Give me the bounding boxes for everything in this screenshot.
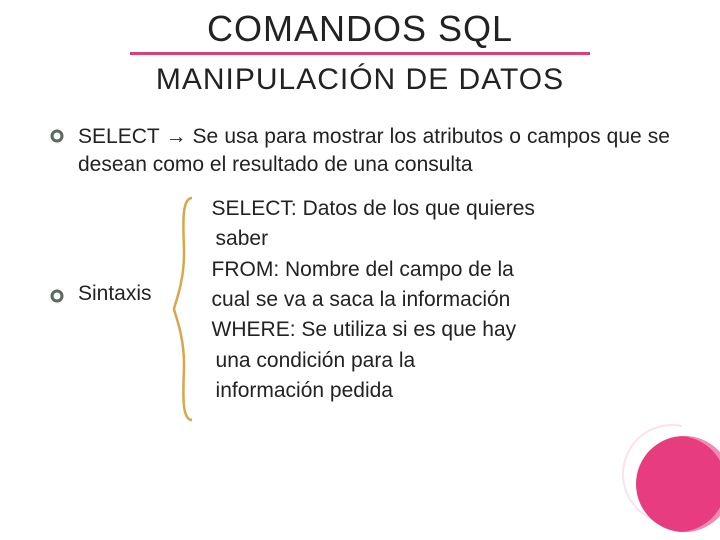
decorative-circle — [636, 436, 720, 532]
syntax-line: saber — [212, 224, 535, 254]
ring-bullet-icon — [50, 129, 64, 143]
slide-subtitle: MANIPULACIÓN DE DATOS — [40, 63, 680, 97]
syntax-line: una condición para la — [212, 346, 535, 376]
arrow-icon: → — [165, 125, 186, 148]
ring-bullet-icon — [50, 289, 64, 303]
syntax-left: Sintaxis — [50, 194, 172, 306]
content-area: SELECT → Se usa para mostrar los atribut… — [40, 123, 680, 424]
bullet-text: SELECT → Se usa para mostrar los atribut… — [78, 123, 670, 180]
curly-brace-icon — [172, 194, 198, 424]
keyword-select: SELECT — [78, 125, 159, 148]
slide: COMANDOS SQL MANIPULACIÓN DE DATOS SELEC… — [0, 0, 720, 540]
slide-title: COMANDOS SQL — [130, 8, 590, 55]
syntax-row: Sintaxis SELECT: Datos de los que quiere… — [50, 194, 670, 424]
syntax-line: WHERE: Se utiliza si es que hay — [212, 315, 535, 345]
syntax-block: SELECT: Datos de los que quieres saber F… — [208, 194, 535, 407]
bullet-item-select: SELECT → Se usa para mostrar los atribut… — [50, 123, 670, 180]
syntax-line: cual se va a saca la información — [212, 285, 535, 315]
syntax-line: información pedida — [212, 376, 535, 406]
syntax-line: FROM: Nombre del campo de la — [212, 255, 535, 285]
syntax-label: Sintaxis — [78, 282, 152, 306]
syntax-line: SELECT: Datos de los que quieres — [212, 194, 535, 224]
